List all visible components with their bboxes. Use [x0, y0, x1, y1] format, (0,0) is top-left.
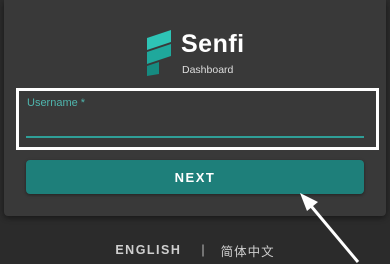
- brand-subtitle: Dashboard: [182, 64, 234, 76]
- language-separator: |: [201, 243, 205, 257]
- username-input[interactable]: [26, 113, 364, 135]
- brand-logo: Senfi Dashboard: [143, 28, 245, 76]
- username-field[interactable]: Username *: [26, 95, 364, 141]
- language-english-link[interactable]: ENGLISH: [115, 243, 181, 257]
- language-switcher: ENGLISH | 简体中文: [0, 241, 390, 259]
- username-underline: [26, 136, 364, 138]
- senfi-logo-icon: [147, 30, 171, 76]
- brand-name: Senfi: [181, 30, 245, 58]
- next-button[interactable]: NEXT: [26, 160, 364, 194]
- language-chinese-link[interactable]: 简体中文: [221, 241, 275, 260]
- username-label: Username *: [27, 97, 86, 109]
